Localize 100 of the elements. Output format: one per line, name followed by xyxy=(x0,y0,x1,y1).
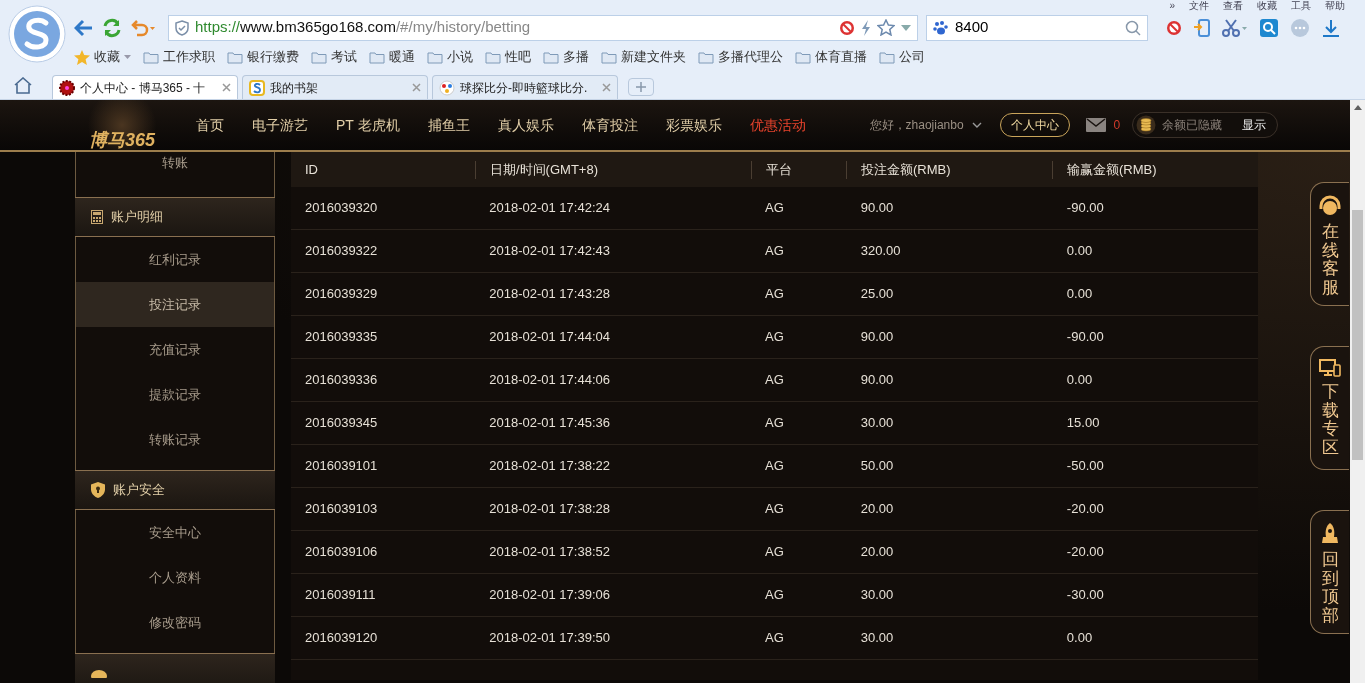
menu-item[interactable]: 查看 xyxy=(1223,0,1243,11)
bookmark-item[interactable]: 性吧 xyxy=(485,47,531,67)
user-greeting[interactable]: 您好，zhaojianbo xyxy=(869,116,964,134)
menu-item[interactable]: » xyxy=(1169,0,1175,11)
sidebar-link[interactable]: 转账记录 xyxy=(76,417,274,462)
sidebar-link[interactable]: 转账 xyxy=(76,152,274,197)
search-field[interactable]: 8400 xyxy=(926,14,1148,41)
side-float-button[interactable]: 在线客服 xyxy=(1310,182,1349,306)
bookmark-item[interactable]: 公司 xyxy=(879,47,925,67)
table-cell: 2016039322 xyxy=(305,243,378,259)
column-header[interactable]: 日期/时间(GMT+8) xyxy=(490,159,598,180)
column-header[interactable]: 平台 xyxy=(766,159,792,180)
nav-link[interactable]: 体育投注 xyxy=(581,114,638,136)
menu-item[interactable]: 收藏 xyxy=(1257,0,1277,11)
menu-item[interactable]: 工具 xyxy=(1291,0,1311,11)
close-icon[interactable] xyxy=(602,83,611,92)
sidebar-link[interactable]: 安全中心 xyxy=(76,510,274,555)
bookmark-item[interactable]: 收藏 xyxy=(74,47,131,67)
browser-tab[interactable]: 我的书架 xyxy=(242,75,428,99)
table-cell: AG xyxy=(765,243,784,259)
side-float-button[interactable]: 下载专区 xyxy=(1310,346,1349,470)
bookmark-item[interactable]: 暖通 xyxy=(369,47,415,67)
nav-link[interactable]: 捕鱼王 xyxy=(427,114,470,136)
table-cell: -50.00 xyxy=(1066,458,1104,474)
sidebar-section-header[interactable]: 账户明细 xyxy=(75,197,275,237)
search-icon[interactable] xyxy=(1125,19,1141,36)
table-cell: 20.00 xyxy=(860,501,894,517)
more-icon[interactable] xyxy=(1290,17,1310,38)
sidebar-section-header[interactable]: 账户安全 xyxy=(75,470,275,510)
table-cell: 15.00 xyxy=(1066,415,1100,431)
ad-block-icon[interactable] xyxy=(1166,19,1182,36)
nav-link[interactable]: 彩票娱乐 xyxy=(665,114,722,136)
column-header[interactable]: 输赢金额(RMB) xyxy=(1067,159,1157,180)
browser-logo[interactable] xyxy=(8,5,66,63)
dropdown-icon[interactable] xyxy=(901,24,911,31)
download-icon[interactable] xyxy=(1322,18,1340,37)
folder-icon xyxy=(369,50,385,64)
home-icon[interactable] xyxy=(14,77,32,94)
new-tab-button[interactable] xyxy=(628,78,654,96)
table-cell: 2016039111 xyxy=(305,587,376,603)
address-bar[interactable]: https://www.bm365go168.com/#/my/history/betting xyxy=(168,14,918,41)
table-cell: 30.00 xyxy=(860,630,894,646)
sidebar-link[interactable]: 修改密码 xyxy=(76,600,274,645)
sidebar-link[interactable]: 提款记录 xyxy=(76,372,274,417)
table-cell: 20.00 xyxy=(860,544,894,560)
column-header[interactable]: 投注金额(RMB) xyxy=(861,159,951,180)
scissors-icon[interactable] xyxy=(1222,18,1248,37)
lightning-icon[interactable] xyxy=(861,19,871,36)
browser-tab[interactable]: 球探比分-即時籃球比分. xyxy=(432,75,618,99)
menu-item[interactable]: 帮助 xyxy=(1325,0,1345,11)
table-cell: 2016039345 xyxy=(305,415,378,431)
table-cell: AG xyxy=(765,372,784,388)
bookmark-item[interactable]: 多播代理公 xyxy=(698,47,783,67)
bookmark-item[interactable]: 考试 xyxy=(311,47,357,67)
chevron-down-icon[interactable] xyxy=(971,122,982,128)
scroll-up-arrow-icon[interactable] xyxy=(1353,105,1362,110)
sidebar-link[interactable]: 个人资料 xyxy=(76,555,274,600)
phone-icon[interactable] xyxy=(1194,18,1210,37)
scrollbar[interactable] xyxy=(1350,100,1365,683)
table-cell: AG xyxy=(765,501,784,517)
ad-block-icon[interactable] xyxy=(839,19,855,36)
calculator-icon xyxy=(91,210,103,224)
table-cell: 0.00 xyxy=(1066,630,1093,646)
table-cell: 2018-02-01 17:44:04 xyxy=(489,329,610,345)
sidebar-link[interactable]: 投注记录 xyxy=(76,282,274,327)
sidebar-link[interactable]: 充值记录 xyxy=(76,327,274,372)
plus-icon[interactable] xyxy=(636,82,646,92)
dropdown-icon[interactable] xyxy=(124,55,131,59)
back-icon[interactable] xyxy=(74,18,94,37)
star-icon[interactable] xyxy=(877,19,895,36)
table-cell: AG xyxy=(765,544,784,560)
sidebar-section-header[interactable] xyxy=(75,653,275,683)
column-header[interactable]: ID xyxy=(305,159,318,180)
undo-icon[interactable] xyxy=(130,18,156,37)
bookmark-item[interactable]: 多播 xyxy=(543,47,589,67)
browser-tab[interactable]: 个人中心 - 博马365 - 十 xyxy=(52,75,238,99)
nav-link[interactable]: 优惠活动 xyxy=(749,114,806,136)
search-input[interactable]: 8400 xyxy=(955,16,1119,39)
side-float-button[interactable]: 回到顶部 xyxy=(1310,510,1349,634)
nav-link[interactable]: 电子游艺 xyxy=(252,114,308,136)
table-cell: 2016039335 xyxy=(305,329,378,345)
nav-link[interactable]: 首页 xyxy=(196,114,224,136)
folder-icon xyxy=(698,50,714,64)
bookmark-item[interactable]: 小说 xyxy=(427,47,473,67)
sidebar-link[interactable]: 红利记录 xyxy=(76,237,274,282)
nav-link[interactable]: 真人娱乐 xyxy=(497,114,554,136)
bookmark-item[interactable]: 体育直播 xyxy=(795,47,867,67)
menu-item[interactable]: 文件 xyxy=(1189,0,1209,11)
show-balance-button[interactable]: 显示 xyxy=(1242,116,1267,134)
table-cell: 90.00 xyxy=(860,329,894,345)
nav-link[interactable]: PT 老虎机 xyxy=(336,114,400,136)
refresh-icon[interactable] xyxy=(102,17,122,38)
bookmark-item[interactable]: 银行缴费 xyxy=(227,47,299,67)
headset-icon xyxy=(1318,195,1342,217)
mail-icon[interactable] xyxy=(1085,118,1106,132)
bookmark-item[interactable]: 新建文件夹 xyxy=(601,47,686,67)
bookmark-item[interactable]: 工作求职 xyxy=(143,47,215,67)
close-icon[interactable] xyxy=(412,83,421,92)
magnifier-icon[interactable] xyxy=(1260,18,1278,37)
close-icon[interactable] xyxy=(222,83,231,92)
